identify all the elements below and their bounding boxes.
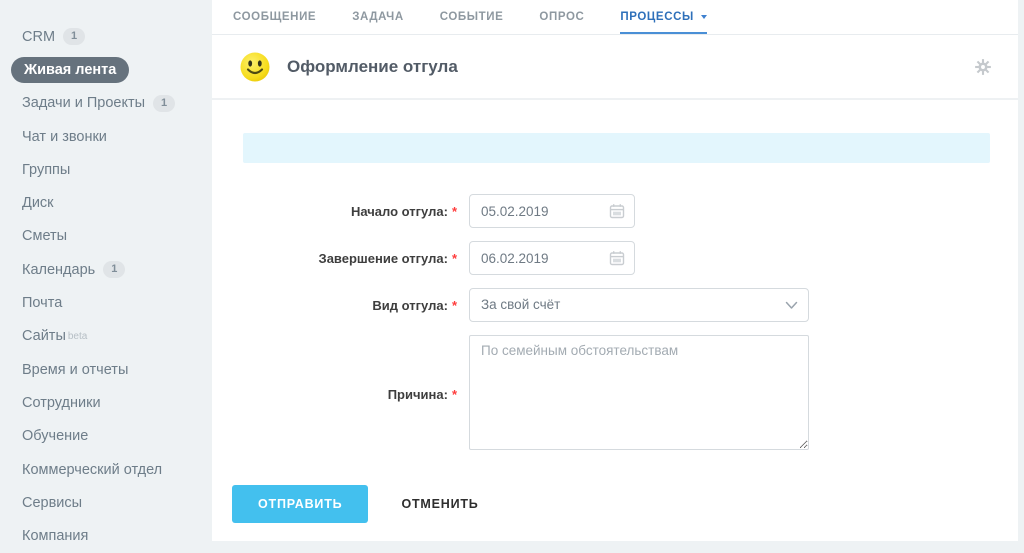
- gear-icon[interactable]: [974, 58, 992, 76]
- sidebar-item-commercial-dept[interactable]: Коммерческий отдел: [0, 453, 212, 486]
- form-row-leave-type: Вид отгула: * За свой счёт: [212, 288, 809, 322]
- sidebar-item-label: Диск: [22, 195, 54, 212]
- sidebar-item-label: Чат и звонки: [22, 128, 107, 145]
- required-mark: *: [451, 297, 457, 313]
- tab-task[interactable]: ЗАДАЧА: [352, 0, 404, 34]
- sidebar-item-label: Календарь: [22, 261, 96, 278]
- chevron-down-icon: [700, 15, 707, 19]
- tab-poll[interactable]: ОПРОС: [539, 0, 584, 34]
- sidebar-item-time-reports[interactable]: Время и отчеты: [0, 353, 212, 386]
- sidebar-item-label: CRM: [22, 28, 56, 45]
- start-date-input[interactable]: [469, 194, 635, 228]
- end-date-control: [469, 241, 635, 275]
- sidebar-item-label: Компания: [22, 528, 89, 545]
- tab-message[interactable]: СООБЩЕНИЕ: [233, 0, 316, 34]
- sidebar-item-label: Группы: [22, 161, 71, 178]
- leave-type-select[interactable]: За свой счёт: [469, 288, 809, 322]
- tab-label: СООБЩЕНИЕ: [233, 11, 317, 23]
- notification-badge: 1: [103, 261, 126, 279]
- content-panel: СООБЩЕНИЕ ЗАДАЧА СОБЫТИЕ ОПРОС ПРОЦЕССЫ: [212, 0, 1018, 541]
- sidebar-item-live-feed[interactable]: Живая лента: [0, 53, 212, 86]
- sidebar-item-employees[interactable]: Сотрудники: [0, 386, 212, 419]
- field-label: Причина: *: [387, 387, 457, 402]
- form-row-end-date: Завершение отгула: *: [212, 241, 635, 275]
- sidebar: CRM 1 Живая лента Задачи и Проекты 1 Чат…: [0, 0, 212, 549]
- sidebar-item-company[interactable]: Компания: [0, 519, 212, 552]
- sidebar-item-label: Коммерческий отдел: [22, 461, 163, 478]
- reason-control: [469, 334, 809, 455]
- tab-label: ПРОЦЕССЫ: [620, 11, 694, 23]
- beta-tag: beta: [67, 330, 88, 342]
- sidebar-item-estimates[interactable]: Сметы: [0, 220, 212, 253]
- end-date-input[interactable]: [469, 241, 635, 275]
- post-type-tabbar: СООБЩЕНИЕ ЗАДАЧА СОБЫТИЕ ОПРОС ПРОЦЕССЫ: [212, 0, 1018, 35]
- tab-label: СОБЫТИЕ: [439, 11, 504, 23]
- notification-badge: 1: [153, 94, 176, 112]
- sidebar-item-label: Сотрудники: [22, 394, 101, 411]
- sidebar-item-label: Живая лента: [11, 56, 130, 83]
- sidebar-item-groups[interactable]: Группы: [0, 153, 212, 186]
- notification-badge: 1: [63, 28, 86, 46]
- info-strip: [243, 133, 990, 163]
- form-row-start-date: Начало отгула: *: [212, 194, 635, 228]
- reason-textarea[interactable]: [469, 334, 809, 450]
- sidebar-item-services[interactable]: Сервисы: [0, 486, 212, 519]
- tab-event[interactable]: СОБЫТИЕ: [440, 0, 504, 34]
- field-label: Завершение отгула: *: [318, 250, 457, 266]
- field-label: Вид отгула: *: [372, 297, 457, 313]
- submit-button[interactable]: ОТПРАВИТЬ: [232, 485, 369, 523]
- tab-label: ЗАДАЧА: [352, 11, 404, 23]
- leave-type-control: За свой счёт: [469, 288, 809, 322]
- start-date-control: [469, 194, 635, 228]
- sidebar-item-label: Сервисы: [22, 494, 83, 511]
- tab-label: ОПРОС: [539, 11, 585, 23]
- sidebar-item-label: Обучение: [22, 428, 89, 445]
- sidebar-item-mail[interactable]: Почта: [0, 286, 212, 319]
- page-title: Оформление отгула: [287, 56, 458, 76]
- sidebar-item-chat-calls[interactable]: Чат и звонки: [0, 120, 212, 153]
- smiley-icon: [240, 52, 270, 81]
- sidebar-item-crm[interactable]: CRM 1: [0, 20, 212, 53]
- sidebar-item-label: Почта: [22, 295, 63, 312]
- sidebar-item-calendar[interactable]: Календарь 1: [0, 253, 212, 286]
- tab-processes[interactable]: ПРОЦЕССЫ: [620, 0, 708, 34]
- cancel-button[interactable]: ОТМЕНИТЬ: [401, 497, 478, 511]
- sidebar-item-label: Сметы: [22, 228, 68, 245]
- required-mark: *: [451, 250, 457, 266]
- sidebar-item-label: Время и отчеты: [22, 361, 129, 378]
- sidebar-item-disk[interactable]: Диск: [0, 186, 212, 219]
- sidebar-item-tasks-projects[interactable]: Задачи и Проекты 1: [0, 87, 212, 120]
- sidebar-item-training[interactable]: Обучение: [0, 420, 212, 453]
- field-label: Начало отгула: *: [350, 203, 457, 219]
- form-row-reason: Причина: *: [212, 334, 809, 455]
- sidebar-item-sites[interactable]: Сайты beta: [0, 320, 212, 353]
- required-mark: *: [451, 203, 457, 219]
- form-actions: ОТПРАВИТЬ ОТМЕНИТЬ: [232, 485, 479, 523]
- sidebar-item-label: Сайты: [22, 328, 66, 345]
- form-header: Оформление отгула: [212, 35, 1018, 100]
- sidebar-item-label: Задачи и Проекты: [22, 95, 146, 112]
- required-mark: *: [451, 387, 457, 402]
